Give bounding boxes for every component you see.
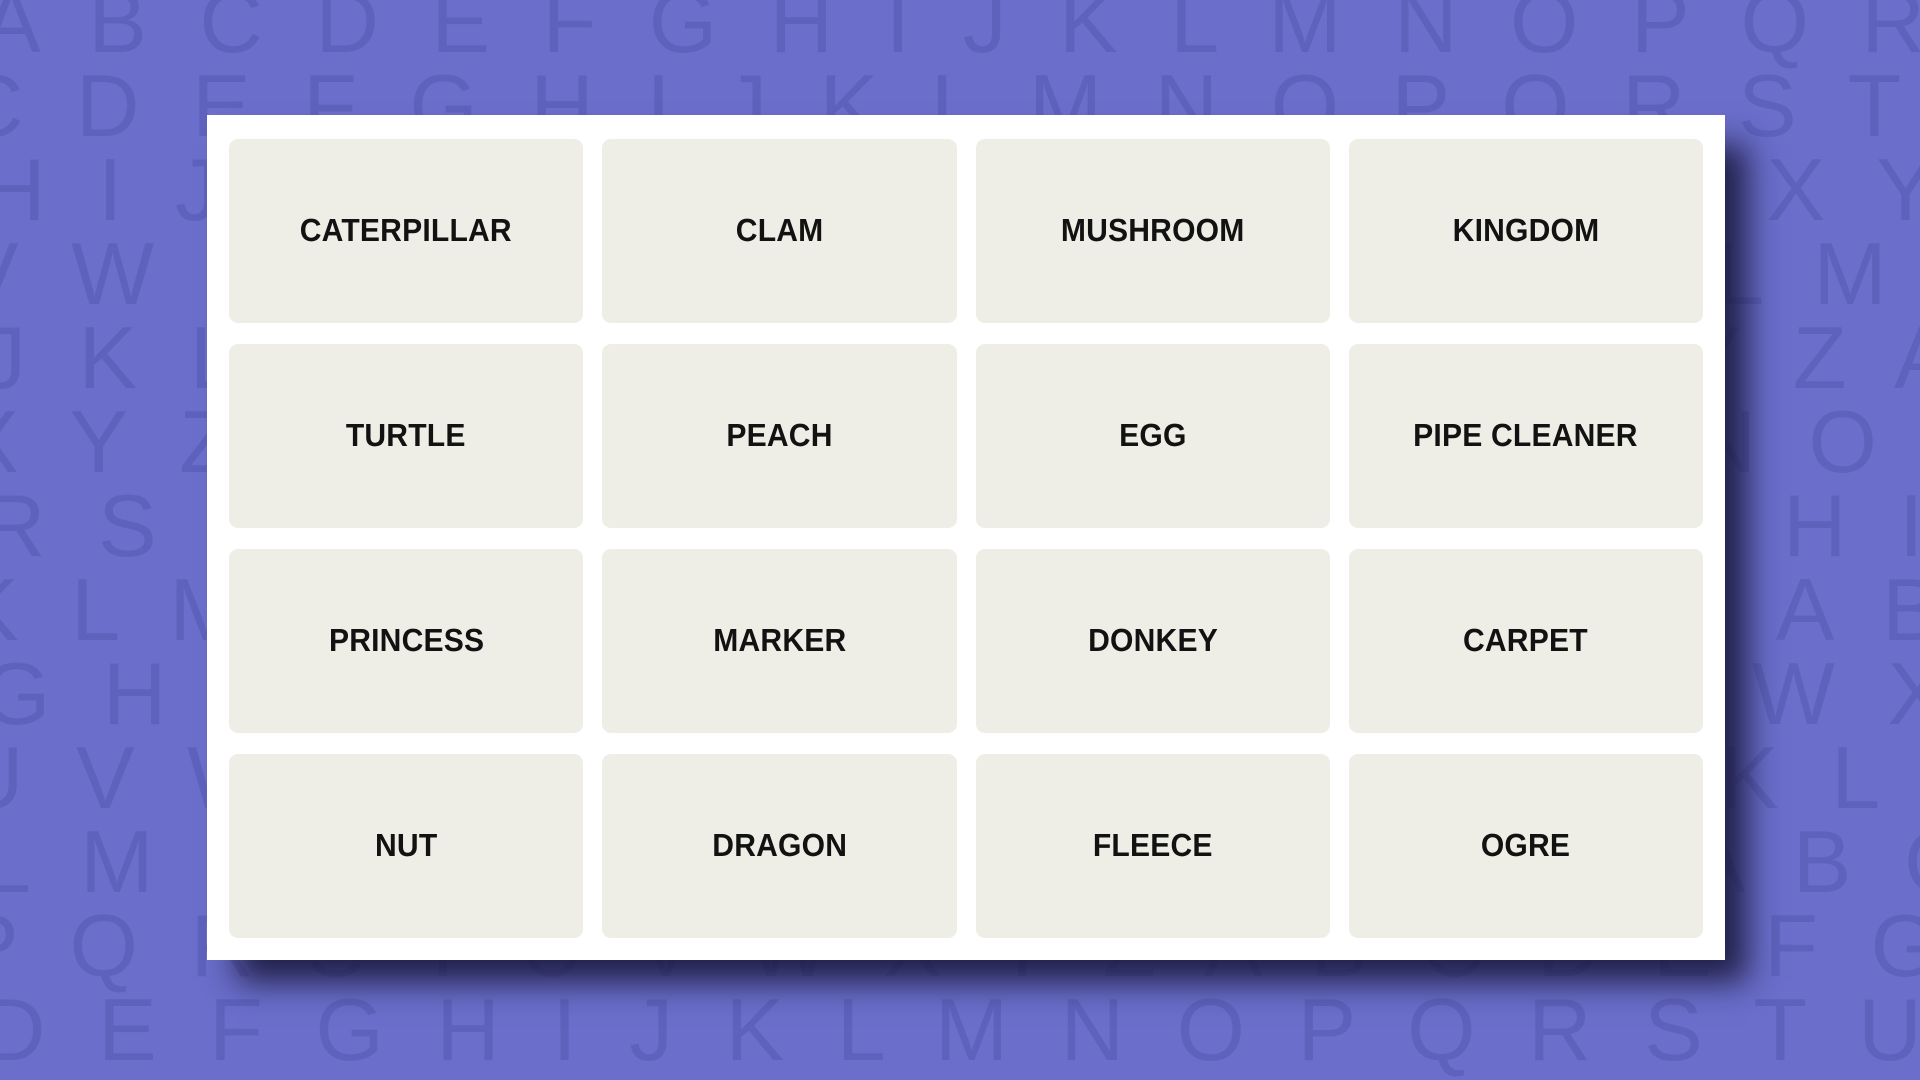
background-letter-row: W X Y Z A B C D E F G H I J K L M N O P …: [0, 1070, 1920, 1080]
connections-word-grid: CATERPILLAR CLAM MUSHROOM KINGDOM TURTLE PEAC…: [229, 139, 1703, 938]
word-tile-label: OGRE: [1481, 827, 1571, 864]
word-tile[interactable]: PIPE CLEANER: [1348, 344, 1703, 528]
word-tile-label: CARPET: [1463, 622, 1589, 659]
word-tile[interactable]: CATERPILLAR: [229, 139, 584, 323]
word-tile[interactable]: DONKEY: [975, 549, 1330, 733]
word-tile[interactable]: OGRE: [1348, 754, 1703, 938]
word-tile[interactable]: KINGDOM: [1348, 139, 1703, 323]
word-tile[interactable]: CLAM: [602, 139, 957, 323]
word-tile[interactable]: EGG: [975, 344, 1330, 528]
word-tile-label: DONKEY: [1087, 622, 1218, 659]
background-letter-row: D E F G H I J K L M N O P Q R S T U V W …: [0, 980, 1920, 1079]
word-tile[interactable]: TURTLE: [229, 344, 584, 528]
word-tile-label: PRINCESS: [328, 622, 484, 659]
word-tile-label: PEACH: [726, 417, 833, 454]
word-tile[interactable]: FLEECE: [975, 754, 1330, 938]
word-tile[interactable]: DRAGON: [602, 754, 957, 938]
word-tile-label: DRAGON: [711, 827, 847, 864]
word-tile[interactable]: MARKER: [602, 549, 957, 733]
word-tile-label: CATERPILLAR: [300, 212, 513, 249]
word-tile-label: NUT: [374, 827, 438, 864]
word-tile-label: KINGDOM: [1452, 212, 1600, 249]
word-tile-label: CLAM: [735, 212, 824, 249]
word-tile-label: TURTLE: [346, 417, 467, 454]
word-tile[interactable]: PRINCESS: [229, 549, 584, 733]
word-tile[interactable]: CARPET: [1348, 549, 1703, 733]
word-tile-label: MUSHROOM: [1060, 212, 1245, 249]
word-tile-label: FLEECE: [1092, 827, 1213, 864]
background-letter-row: A B C D E F G H I J K L M N O P Q R S T …: [0, 0, 1920, 71]
word-tile-label: PIPE CLEANER: [1413, 417, 1639, 454]
connections-game-card: CATERPILLAR CLAM MUSHROOM KINGDOM TURTLE PEAC…: [207, 115, 1725, 960]
word-tile-label: EGG: [1118, 417, 1187, 454]
word-tile[interactable]: NUT: [229, 754, 584, 938]
word-tile-label: MARKER: [712, 622, 846, 659]
word-tile[interactable]: PEACH: [602, 344, 957, 528]
word-tile[interactable]: MUSHROOM: [975, 139, 1330, 323]
